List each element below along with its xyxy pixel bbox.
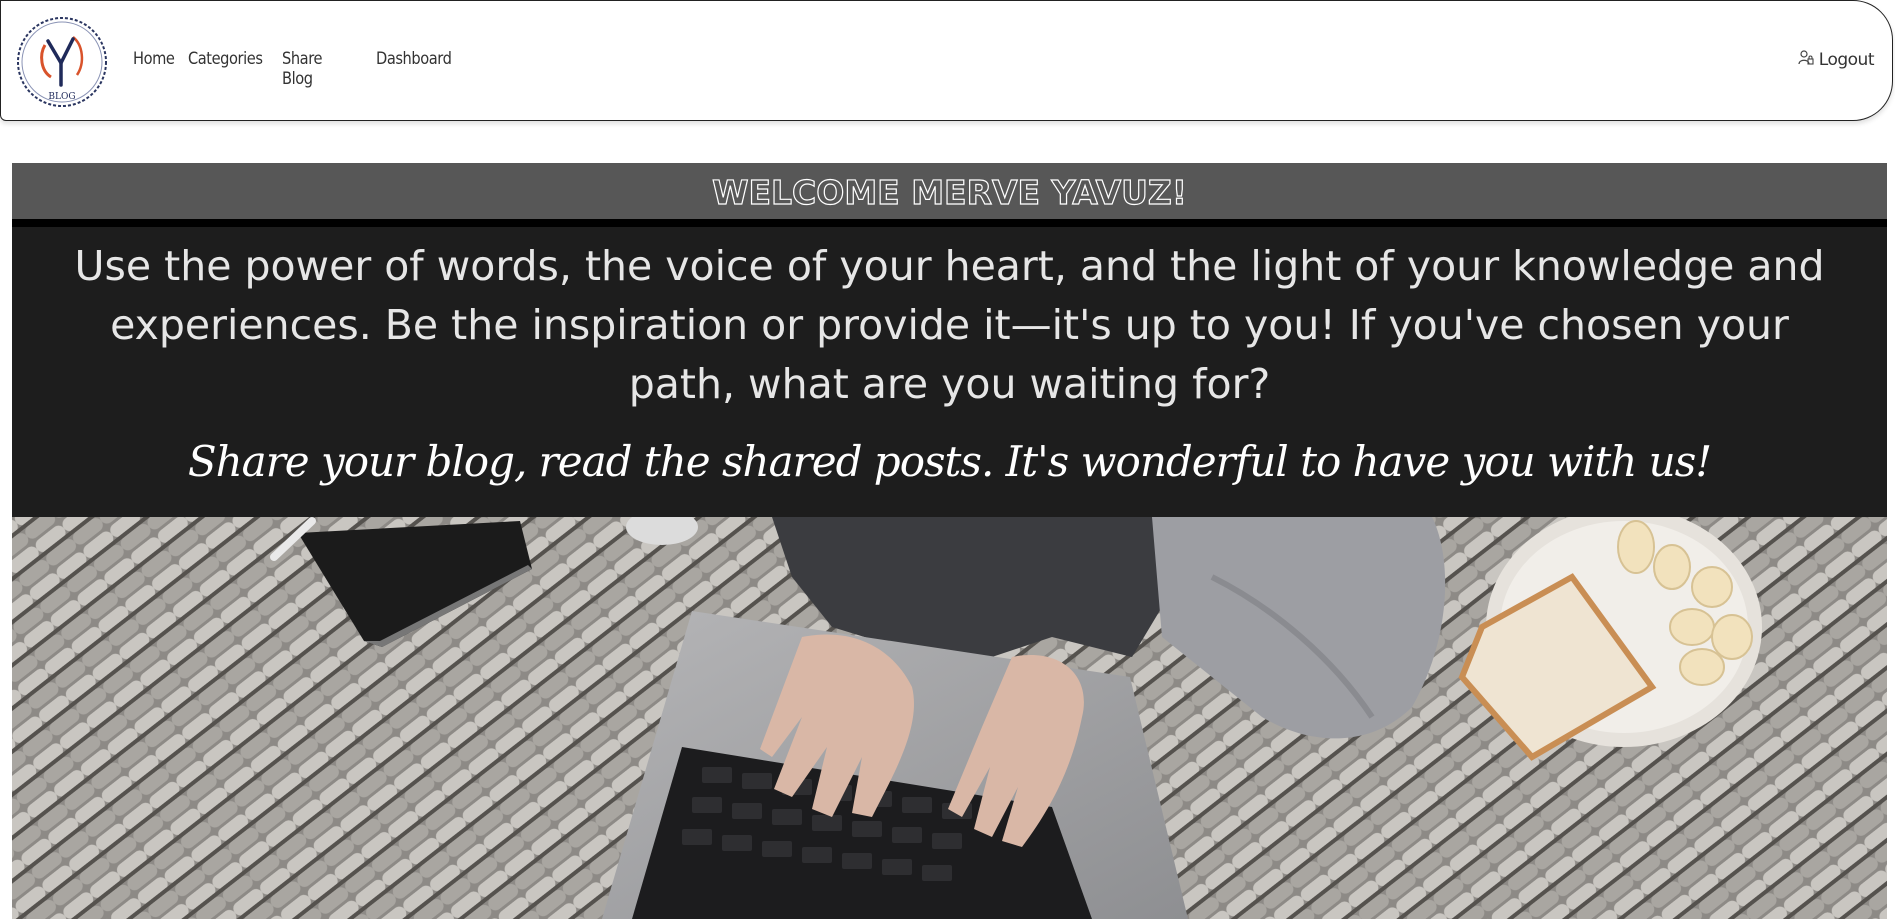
site-logo[interactable]: BLOG [15, 15, 109, 109]
logout-button[interactable]: Logout [1798, 49, 1875, 70]
nav-share-blog-link[interactable]: Share Blog [282, 49, 322, 89]
hero-divider [12, 219, 1887, 227]
welcome-title: WELCOME MERVE YAVUZ! [711, 172, 1187, 212]
logout-label: Logout [1818, 49, 1875, 70]
user-lock-icon [1798, 49, 1814, 70]
intro-text: Use the power of words, the voice of you… [74, 242, 1825, 408]
welcome-bar: WELCOME MERVE YAVUZ! [12, 163, 1887, 219]
nav-categories-link[interactable]: Categories [188, 49, 263, 69]
hero-section: WELCOME MERVE YAVUZ! Use the power of wo… [12, 163, 1887, 919]
hero-photo [12, 507, 1887, 919]
message-panel: Use the power of words, the voice of you… [12, 227, 1887, 517]
tagline: Share your blog, read the shared posts. … [187, 437, 1712, 486]
logo-text: BLOG [48, 92, 75, 102]
navbar: BLOG Home Categories Share Blog Dashboar… [0, 0, 1893, 121]
nav-home-link[interactable]: Home [133, 49, 175, 69]
nav-dashboard-link[interactable]: Dashboard [376, 49, 452, 69]
